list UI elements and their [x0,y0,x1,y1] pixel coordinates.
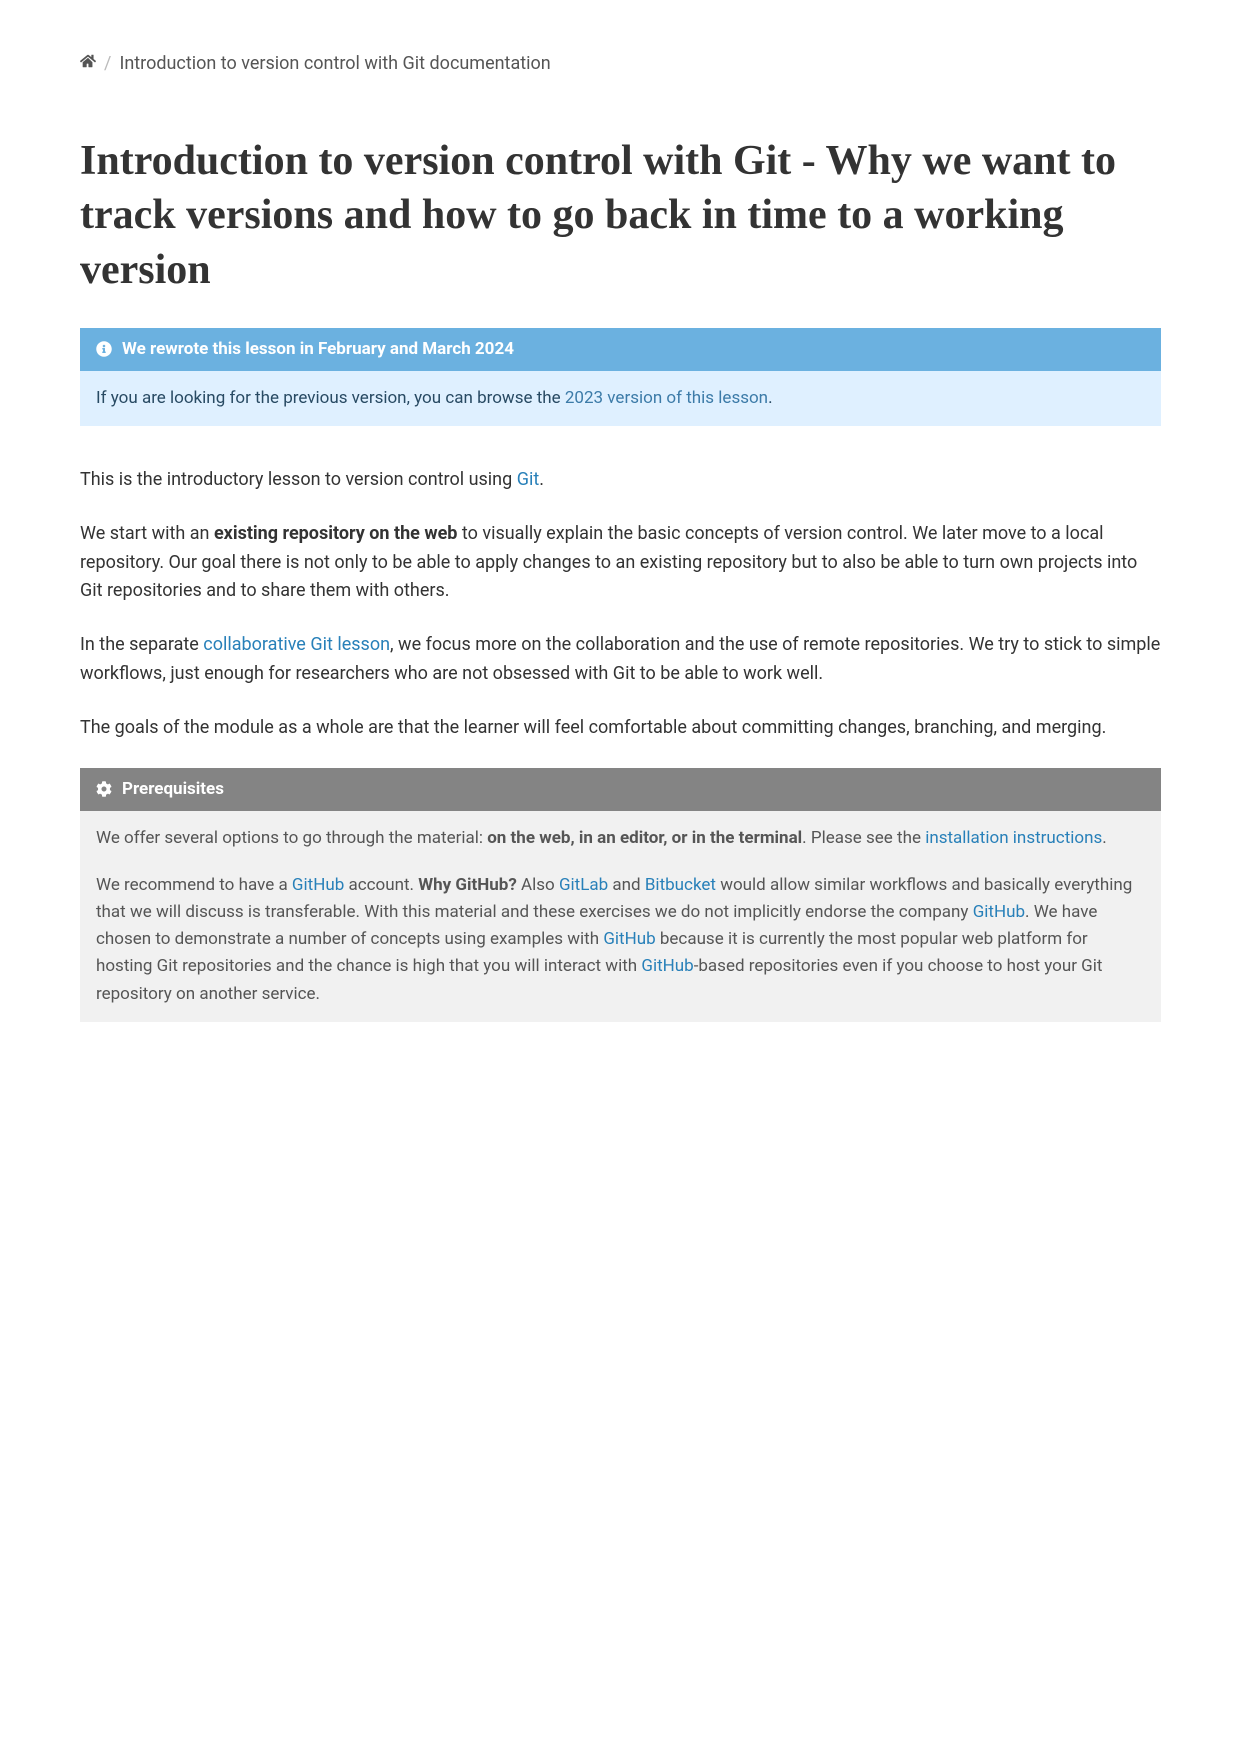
bold-text: on the web, in an editor, or in the term… [487,828,802,848]
gitlab-link[interactable]: GitLab [559,875,608,895]
prereq-paragraph-2: We recommend to have a GitHub account. W… [96,872,1145,1008]
note-text-end: . [768,388,772,408]
git-link[interactable]: Git [517,469,540,490]
note-admonition: We rewrote this lesson in February and M… [80,328,1161,426]
home-icon[interactable] [80,50,96,79]
bold-text: Why GitHub? [418,875,517,895]
github-link[interactable]: GitHub [292,875,344,895]
collaborative-git-link[interactable]: collaborative Git lesson [203,634,390,655]
gear-icon [96,781,112,797]
github-link-2[interactable]: GitHub [973,902,1025,922]
intro-paragraph-4: The goals of the module as a whole are t… [80,714,1161,743]
breadcrumb-separator: / [104,50,111,79]
prereq-body: We offer several options to go through t… [80,811,1161,1022]
text: We offer several options to go through t… [96,828,487,848]
text: account. [344,875,418,895]
intro-paragraph-3: In the separate collaborative Git lesson… [80,631,1161,689]
text: We recommend to have a [96,875,292,895]
note-title-bar: We rewrote this lesson in February and M… [80,328,1161,371]
note-text: If you are looking for the previous vers… [96,388,565,408]
bold-text: existing repository on the web [214,523,458,544]
text: and [608,875,645,895]
install-link[interactable]: installation instructions [925,828,1102,848]
note-title-text: We rewrote this lesson in February and M… [122,336,514,363]
prereq-paragraph-1: We offer several options to go through t… [96,825,1145,852]
github-link-3[interactable]: GitHub [603,929,655,949]
text: . [1102,828,1106,848]
github-link-4[interactable]: GitHub [641,956,693,976]
text: We start with an [80,523,214,544]
text: This is the introductory lesson to versi… [80,469,517,490]
text: Also [517,875,559,895]
intro-paragraph-2: We start with an existing repository on … [80,520,1161,606]
breadcrumb-current: Introduction to version control with Git… [119,50,550,79]
text: In the separate [80,634,203,655]
text: . [539,469,544,490]
prereq-title-bar: Prerequisites [80,768,1161,811]
note-body: If you are looking for the previous vers… [80,371,1161,426]
note-previous-version-link[interactable]: 2023 version of this lesson [565,388,768,408]
prereq-title-text: Prerequisites [122,776,224,803]
page-title: Introduction to version control with Git… [80,134,1161,298]
breadcrumb: / Introduction to version control with G… [80,50,1161,79]
info-icon [96,341,112,357]
prereq-admonition: Prerequisites We offer several options t… [80,768,1161,1022]
text: . Please see the [802,828,925,848]
bitbucket-link[interactable]: Bitbucket [645,875,716,895]
intro-paragraph-1: This is the introductory lesson to versi… [80,466,1161,495]
